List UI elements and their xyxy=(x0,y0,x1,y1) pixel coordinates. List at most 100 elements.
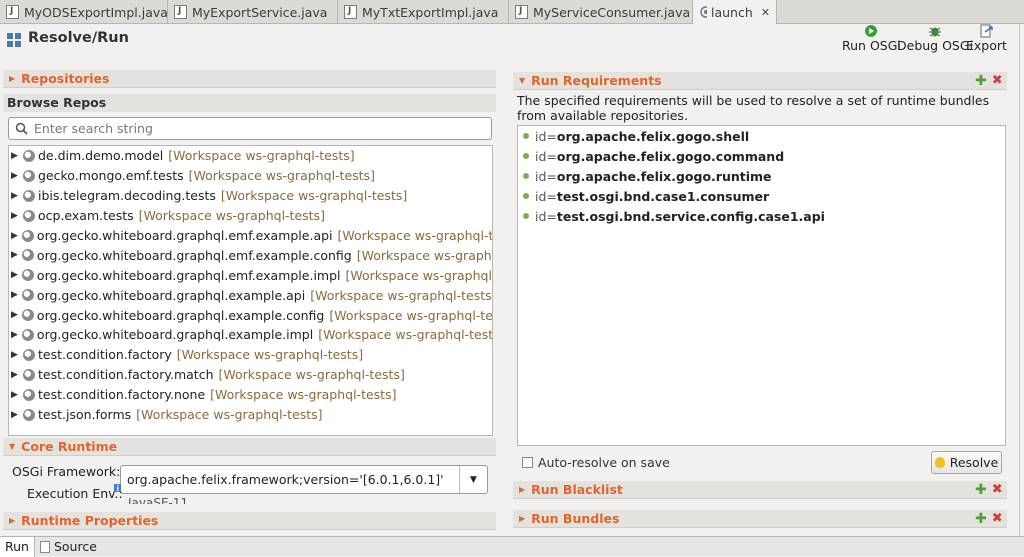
run-requirements-actions: ✚ ✖ xyxy=(975,74,1003,88)
list-item[interactable]: id= test.osgi.bnd.case1.consumer xyxy=(518,186,1005,206)
list-item[interactable]: id= org.apache.felix.gogo.command xyxy=(518,146,1005,166)
execution-env-label: Execution Env.: xyxy=(27,486,123,501)
expand-arrow-icon[interactable]: ▶ xyxy=(11,151,19,161)
list-item[interactable]: id= org.apache.felix.gogo.runtime xyxy=(518,166,1005,186)
editor-tab-bar: MyODSExportImpl.java MyExportService.jav… xyxy=(0,0,1024,24)
tree-item[interactable]: ▶ test.condition.factory [Workspace ws-gra… xyxy=(9,345,492,365)
expand-arrow-icon: ▶ xyxy=(9,74,16,83)
bug-icon xyxy=(929,27,941,37)
java-file-icon xyxy=(6,5,19,19)
bundle-icon xyxy=(21,249,34,262)
add-icon[interactable]: ✚ xyxy=(975,512,987,526)
bundle-icon xyxy=(23,348,35,361)
requirement-icon xyxy=(523,193,529,199)
remove-icon[interactable]: ✖ xyxy=(992,74,1003,87)
requirement-icon xyxy=(523,173,529,179)
search-input[interactable]: Enter search string xyxy=(8,117,492,140)
tab-source[interactable]: Source xyxy=(35,537,102,557)
tab-myexportservice[interactable]: MyExportService.java xyxy=(168,0,338,24)
checkbox-icon[interactable] xyxy=(522,457,533,468)
search-placeholder: Enter search string xyxy=(34,121,153,136)
tab-myodsexportimpl[interactable]: MyODSExportImpl.java xyxy=(0,0,168,24)
tree-item[interactable]: ▶ ibis.telegram.decoding.tests [Workspace … xyxy=(9,186,492,206)
repositories-section-header[interactable]: ▶ Repositories xyxy=(3,70,496,88)
info-icon xyxy=(114,484,121,492)
expand-arrow-icon[interactable]: ▶ xyxy=(11,250,18,260)
repository-tree[interactable]: ▶ de.dim.demo.model [Workspace ws-graphql-… xyxy=(8,145,493,436)
bundle-icon xyxy=(23,388,35,401)
page-title: Resolve/Run xyxy=(28,30,129,46)
java-file-icon xyxy=(174,5,187,19)
tree-item[interactable]: ▶ org.gecko.whiteboard.graphql.example.im… xyxy=(9,325,492,345)
run-bundles-section-header[interactable]: ▶ Run Bundles xyxy=(513,510,1007,528)
tab-run[interactable]: Run xyxy=(0,536,35,557)
tab-myserviceconsumer[interactable]: MyServiceConsumer.java xyxy=(509,0,693,24)
document-icon xyxy=(39,540,50,553)
run-osgi-button[interactable]: Run OSGi xyxy=(842,24,901,53)
expand-arrow-icon[interactable]: ▶ xyxy=(11,191,19,201)
tree-item[interactable]: ▶ org.gecko.whiteboard.graphql.emf.exampl… xyxy=(9,245,492,265)
execution-env-value[interactable]: JavaSE-11 xyxy=(128,494,188,504)
tree-item[interactable]: ▶ test.condition.factory.match [Workspace … xyxy=(9,365,492,385)
run-bundles-actions: ✚ ✖ xyxy=(975,512,1003,526)
tree-item[interactable]: ▶ org.gecko.whiteboard.graphql.emf.exampl… xyxy=(9,226,492,246)
tree-item[interactable]: ▶ ocp.exam.tests [Workspace ws-graphql-tes… xyxy=(9,206,492,226)
tree-item[interactable]: ▶ org.gecko.whiteboard.graphql.example.co… xyxy=(9,305,492,325)
auto-resolve-checkbox[interactable]: Auto-resolve on save xyxy=(522,455,670,470)
requirements-list[interactable]: id= org.apache.felix.gogo.shell id= org.ap… xyxy=(517,125,1006,446)
run-blacklist-actions: ✚ ✖ xyxy=(975,483,1003,497)
expand-arrow-icon[interactable]: ▶ xyxy=(11,350,19,360)
export-button[interactable]: Export xyxy=(966,24,1007,53)
bundle-icon xyxy=(21,309,34,322)
list-item[interactable]: id= org.apache.felix.gogo.shell xyxy=(518,126,1005,146)
bundle-icon xyxy=(23,368,35,381)
expand-arrow-icon[interactable]: ▶ xyxy=(11,231,18,241)
launch-icon xyxy=(700,6,707,18)
editor-page-tabs: Run Source xyxy=(0,536,1024,557)
browse-repos-header: Browse Repos xyxy=(3,94,496,112)
expand-arrow-icon: ▶ xyxy=(9,516,16,525)
expand-arrow-icon[interactable]: ▶ xyxy=(11,390,19,400)
list-item[interactable]: id= test.osgi.bnd.service.config.case1.ap… xyxy=(518,206,1005,226)
runtime-properties-section-header[interactable]: ▶ Runtime Properties xyxy=(3,512,496,530)
expand-arrow-icon[interactable]: ▶ xyxy=(11,171,19,181)
expand-arrow-icon: ▶ xyxy=(519,514,526,523)
close-icon[interactable]: ✕ xyxy=(761,6,770,19)
remove-icon[interactable]: ✖ xyxy=(992,512,1003,525)
run-requirements-section-header[interactable]: ▼ Run Requirements xyxy=(513,72,1007,90)
java-file-icon xyxy=(344,5,357,19)
requirement-icon xyxy=(523,153,529,159)
bundle-icon xyxy=(23,169,35,182)
tree-item[interactable]: ▶ gecko.mongo.emf.tests [Workspace ws-grap… xyxy=(9,166,492,186)
core-runtime-section-header[interactable]: ▼ Core Runtime xyxy=(3,438,496,456)
resolve-button[interactable]: Resolve xyxy=(931,451,1002,474)
expand-arrow-icon[interactable]: ▶ xyxy=(11,330,18,340)
scrollbar-track xyxy=(1019,24,1020,536)
tree-item[interactable]: ▶ test.condition.factory.none [Workspace w… xyxy=(9,385,492,405)
chevron-down-icon[interactable]: ▼ xyxy=(459,466,487,493)
run-icon xyxy=(865,25,878,37)
tree-item[interactable]: ▶ org.gecko.whiteboard.graphql.emf.exampl… xyxy=(9,265,492,285)
expand-arrow-icon[interactable]: ▶ xyxy=(11,211,19,221)
bundle-icon xyxy=(23,408,35,421)
expand-arrow-icon[interactable]: ▶ xyxy=(11,290,18,300)
tree-item[interactable]: ▶ org.gecko.whiteboard.graphql.example.ap… xyxy=(9,285,492,305)
osgi-framework-label: OSGi Framework: xyxy=(12,464,121,479)
run-blacklist-section-header[interactable]: ▶ Run Blacklist xyxy=(513,481,1007,499)
tree-item[interactable]: ▶ test.json.forms [Workspace ws-graphql-te… xyxy=(9,405,492,425)
remove-icon[interactable]: ✖ xyxy=(992,483,1003,496)
collapse-arrow-icon: ▼ xyxy=(519,76,526,85)
tree-item[interactable]: ▶ de.dim.demo.model [Workspace ws-graphql-… xyxy=(9,146,492,166)
expand-arrow-icon[interactable]: ▶ xyxy=(11,310,18,320)
add-icon[interactable]: ✚ xyxy=(975,483,987,497)
osgi-framework-select[interactable]: org.apache.felix.framework;version='[6.0… xyxy=(120,465,488,494)
add-icon[interactable]: ✚ xyxy=(975,74,987,88)
tab-mytxtexportimpl[interactable]: MyTxtExportImpl.java xyxy=(338,0,509,24)
expand-arrow-icon[interactable]: ▶ xyxy=(11,270,18,280)
expand-arrow-icon[interactable]: ▶ xyxy=(11,370,19,380)
expand-arrow-icon[interactable]: ▶ xyxy=(11,410,19,420)
debug-osgi-button[interactable]: Debug OSGi xyxy=(897,24,973,53)
tab-launch[interactable]: launch ✕ xyxy=(693,0,777,24)
requirement-icon xyxy=(523,133,529,139)
bundle-icon xyxy=(21,289,34,302)
